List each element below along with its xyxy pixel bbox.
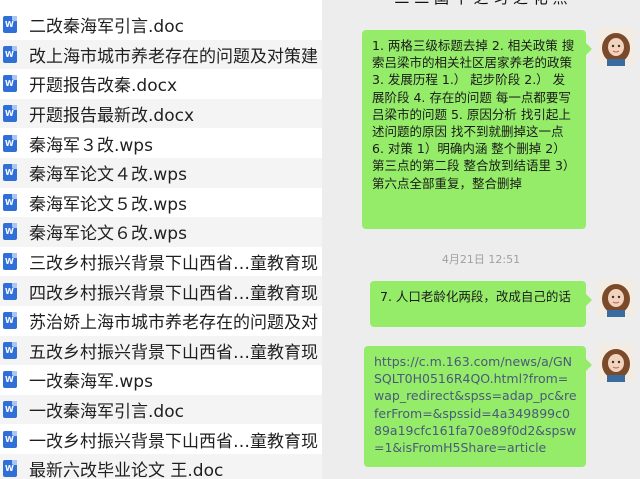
word-document-icon <box>3 164 17 182</box>
word-document-icon <box>3 282 17 300</box>
file-row[interactable]: 一改乡村振兴背景下山西省…童教育现 <box>0 424 322 454</box>
file-row[interactable]: 秦海军论文５改.wps <box>0 188 322 218</box>
word-document-icon <box>3 16 17 34</box>
message-text: 7. 人口老龄化两段，改成自己的话 <box>380 289 571 304</box>
word-document-icon <box>3 193 17 211</box>
file-name: 五改乡村振兴背景下山西省…童教育现 <box>29 342 318 363</box>
file-name: 秦海军论文４改.wps <box>29 165 187 186</box>
file-row[interactable]: 秦海军论文４改.wps <box>0 158 322 188</box>
file-row[interactable]: 一改秦海军引言.doc <box>0 394 322 425</box>
avatar[interactable] <box>597 279 635 317</box>
file-row[interactable]: 秦海军３改.wps <box>0 128 322 158</box>
file-name: 秦海军论文５改.wps <box>29 194 187 215</box>
message-timestamp: 4月21日 12:51 <box>441 253 521 266</box>
word-document-icon <box>3 75 17 93</box>
message-link-text[interactable]: https://c.m.163.com/news/a/GNSQLT0H0516R… <box>374 354 577 455</box>
avatar-icon <box>597 279 635 317</box>
word-document-icon <box>3 430 17 448</box>
file-row[interactable]: 三改乡村振兴背景下山西省…童教育现 <box>0 247 322 277</box>
file-name: 秦海军３改.wps <box>29 135 153 156</box>
file-name: 二改秦海军引言.doc <box>29 17 184 38</box>
message-text: 1. 两格三级标题去掉 2. 相关政策 搜索吕梁市的相关社区居家养老的政策 3.… <box>372 38 576 191</box>
word-document-icon <box>3 341 17 359</box>
avatar-icon <box>597 344 635 382</box>
word-document-icon <box>3 312 17 330</box>
file-list: 二改秦海军引言.doc 改上海市城市养老存在的问题及对策建开题报告改秦.docx 开… <box>0 0 322 479</box>
word-document-icon <box>3 460 17 478</box>
file-row[interactable]: 最新六改毕业论文 王.doc <box>0 454 322 479</box>
file-name: 苏治娇上海市城市养老存在的问题及对 <box>29 313 318 334</box>
avatar[interactable] <box>597 344 635 382</box>
message-bubble-2[interactable]: 7. 人口老龄化两段，改成自己的话 <box>370 281 592 327</box>
file-row[interactable]: 改上海市城市养老存在的问题及对策建 <box>0 39 322 70</box>
chat-panel: 二 二 国 十 之 习 之 化 点 1. 两格三级标题去掉 2. 相关政策 搜索… <box>322 0 640 479</box>
avatar-icon <box>597 28 635 66</box>
file-name: 一改乡村振兴背景下山西省…童教育现 <box>29 431 318 452</box>
word-document-icon <box>3 134 17 152</box>
file-row[interactable]: 一改秦海军.wps <box>0 365 322 395</box>
chat-title: 二 二 国 十 之 习 之 化 点 <box>322 0 640 8</box>
file-name: 三改乡村振兴背景下山西省…童教育现 <box>29 254 318 275</box>
file-name: 一改秦海军引言.doc <box>29 402 184 423</box>
word-document-icon <box>3 223 17 241</box>
file-row[interactable]: 五改乡村振兴背景下山西省…童教育现 <box>0 335 322 366</box>
word-document-icon <box>3 45 17 63</box>
file-name: 一改秦海军.wps <box>29 372 153 393</box>
word-document-icon <box>3 371 17 389</box>
file-row[interactable]: 四改乡村振兴背景下山西省…童教育现 <box>0 276 322 306</box>
message-bubble-link[interactable]: https://c.m.163.com/news/a/GNSQLT0H0516R… <box>364 346 592 467</box>
word-document-icon <box>3 253 17 271</box>
word-document-icon <box>3 401 17 419</box>
file-name: 开题报告最新改.docx <box>29 106 195 127</box>
file-row[interactable]: 苏治娇上海市城市养老存在的问题及对 <box>0 306 322 336</box>
file-name: 最新六改毕业论文 王.doc <box>29 461 224 479</box>
file-name: 秦海军论文６改.wps <box>29 224 187 245</box>
file-row[interactable]: 开题报告改秦.docx <box>0 69 322 99</box>
file-name: 改上海市城市养老存在的问题及对策建 <box>29 46 318 67</box>
message-bubble-1[interactable]: 1. 两格三级标题去掉 2. 相关政策 搜索吕梁市的相关社区居家养老的政策 3.… <box>362 30 592 229</box>
avatar[interactable] <box>597 28 635 66</box>
word-document-icon <box>3 105 17 123</box>
file-name: 开题报告改秦.docx <box>29 76 178 97</box>
file-row[interactable]: 秦海军论文６改.wps <box>0 217 322 247</box>
file-row[interactable]: 二改秦海军引言.doc <box>0 10 322 40</box>
file-name: 四改乡村振兴背景下山西省…童教育现 <box>29 283 318 304</box>
file-row[interactable]: 开题报告最新改.docx <box>0 98 322 129</box>
